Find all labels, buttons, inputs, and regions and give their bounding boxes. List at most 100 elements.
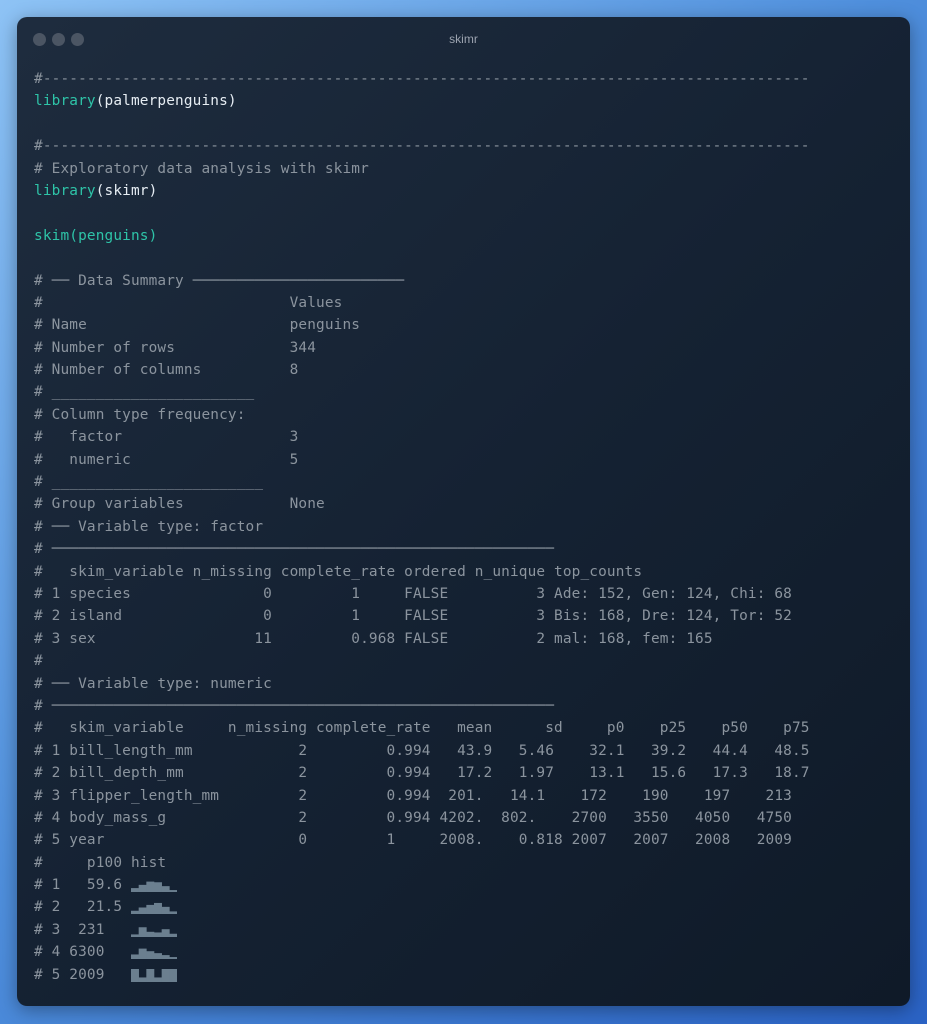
code-token: # Number of rows 344: [34, 339, 317, 356]
code-line: # 4 body_mass_g 2 0.994 4202. 802. 2700 …: [34, 807, 904, 829]
histogram-sparkline: [130, 968, 177, 982]
code-line: # ──────────────────────────────────────…: [34, 695, 904, 717]
code-line: #---------------------------------------…: [34, 135, 904, 157]
code-line: # 2 island 0 1 FALSE 3 Bis: 168, Dre: 12…: [34, 605, 904, 627]
code-token: (skimr): [95, 182, 158, 199]
code-line: # 4 6300: [34, 941, 904, 963]
window-title: skimr: [449, 32, 478, 46]
code-line: # _______________________: [34, 381, 904, 403]
histogram-bar: [161, 955, 170, 960]
histogram-bar: [146, 881, 155, 893]
histogram-bar: [161, 968, 170, 982]
code-line: # skim_variable n_missing complete_rate …: [34, 717, 904, 739]
histogram-bar: [153, 903, 162, 915]
code-line: # 2 bill_depth_mm 2 0.994 17.2 1.97 13.1…: [34, 762, 904, 784]
code-line: # 3 flipper_length_mm 2 0.994 201. 14.1 …: [34, 785, 904, 807]
code-line: # Number of columns 8: [34, 359, 904, 381]
code-line: # Group variables None: [34, 493, 904, 515]
code-editor[interactable]: #---------------------------------------…: [34, 68, 904, 986]
terminal-window: skimr #---------------------------------…: [17, 17, 910, 1006]
histogram-bar: [161, 929, 170, 937]
code-line: # factor 3: [34, 426, 904, 448]
code-line: # Name penguins: [34, 314, 904, 336]
code-token: # 1 species 0 1 FALSE 3 Ade: 152, Gen: 1…: [34, 585, 792, 602]
code-line: # 1 species 0 1 FALSE 3 Ade: 152, Gen: 1…: [34, 583, 904, 605]
code-line: # 3 sex 11 0.968 FALSE 2 mal: 168, fem: …: [34, 628, 904, 650]
code-line: # numeric 5: [34, 449, 904, 471]
histogram-bar: [138, 927, 147, 937]
code-token: # Exploratory data analysis with skimr: [34, 160, 369, 177]
histogram-bar: [138, 884, 147, 893]
histogram-bar: [130, 911, 139, 915]
code-line: library(skimr): [34, 180, 904, 202]
code-line: # skim_variable n_missing complete_rate …: [34, 561, 904, 583]
code-token: # ________________________: [34, 474, 264, 491]
code-token: # skim_variable n_missing complete_rate …: [34, 720, 810, 737]
histogram-sparkline: [130, 881, 177, 893]
code-token: # Column type frequency:: [34, 406, 246, 423]
code-token: # 2 21.5: [34, 899, 131, 916]
code-token: # 5 2009: [34, 966, 131, 983]
code-token: # ──────────────────────────────────────…: [34, 697, 555, 714]
code-line: # ── Variable type: numeric: [34, 673, 904, 695]
code-token: # 4 body_mass_g 2 0.994 4202. 802. 2700 …: [34, 809, 792, 826]
title-bar: skimr: [17, 17, 910, 63]
code-token: # ── Variable type: factor: [34, 518, 264, 535]
code-line: # ── Data Summary ──────────────────────…: [34, 270, 904, 292]
code-line: # 5 2009: [34, 964, 904, 986]
code-line: # 1 bill_length_mm 2 0.994 43.9 5.46 32.…: [34, 740, 904, 762]
code-token: # 3 sex 11 0.968 FALSE 2 mal: 168, fem: …: [34, 630, 713, 647]
code-token: # factor 3: [34, 429, 299, 446]
code-line: # 1 59.6: [34, 874, 904, 896]
code-token: #: [34, 653, 43, 670]
code-line: # Values: [34, 292, 904, 314]
code-line: #: [34, 650, 904, 672]
code-token: # ── Variable type: numeric: [34, 675, 272, 692]
code-token: # 1 bill_length_mm 2 0.994 43.9 5.46 32.…: [34, 742, 810, 759]
histogram-bar: [161, 886, 170, 893]
code-token: # 2 island 0 1 FALSE 3 Bis: 168, Dre: 12…: [34, 608, 792, 625]
code-token: # p100 hist: [34, 854, 167, 871]
code-line: # Column type frequency:: [34, 404, 904, 426]
histogram-bar: [153, 882, 162, 893]
histogram-bar: [130, 954, 139, 960]
code-token: # 3 231: [34, 921, 131, 938]
code-line: library(palmerpenguins): [34, 90, 904, 112]
histogram-bar: [130, 934, 139, 937]
histogram-bar: [138, 948, 147, 960]
histogram-sparkline: [130, 903, 177, 915]
histogram-bar: [146, 951, 155, 960]
code-token: # ── Data Summary ──────────────────────…: [34, 272, 405, 289]
histogram-bar: [146, 931, 155, 937]
code-line: # p100 hist: [34, 852, 904, 874]
code-token: # 3 flipper_length_mm 2 0.994 201. 14.1 …: [34, 787, 792, 804]
histogram-bar: [153, 977, 162, 982]
histogram-bar: [169, 890, 177, 893]
code-token: # skim_variable n_missing complete_rate …: [34, 563, 643, 580]
histogram-sparkline: [130, 927, 177, 937]
histogram-sparkline: [130, 948, 177, 960]
code-line: # Exploratory data analysis with skimr: [34, 158, 904, 180]
function-token: library: [34, 182, 96, 199]
code-token: # Values: [34, 294, 343, 311]
code-token: # 4 6300: [34, 944, 131, 961]
histogram-bar: [138, 907, 147, 915]
code-token: skim(penguins): [34, 227, 158, 244]
histogram-bar: [138, 977, 147, 982]
code-line: # ________________________: [34, 471, 904, 493]
code-token: # 2 bill_depth_mm 2 0.994 17.2 1.97 13.1…: [34, 765, 810, 782]
function-token: library: [34, 93, 96, 110]
histogram-bar: [169, 911, 177, 915]
code-line: # 3 231: [34, 919, 904, 941]
histogram-bar: [169, 968, 177, 982]
histogram-bar: [130, 968, 139, 982]
code-line: skim(penguins): [34, 225, 904, 247]
code-line: # ──────────────────────────────────────…: [34, 538, 904, 560]
histogram-bar: [153, 953, 162, 960]
code-token: #---------------------------------------…: [34, 71, 810, 87]
code-token: # numeric 5: [34, 451, 299, 468]
code-line: # 5 year 0 1 2008. 0.818 2007 2007 2008 …: [34, 829, 904, 851]
code-token: # _______________________: [34, 384, 255, 401]
